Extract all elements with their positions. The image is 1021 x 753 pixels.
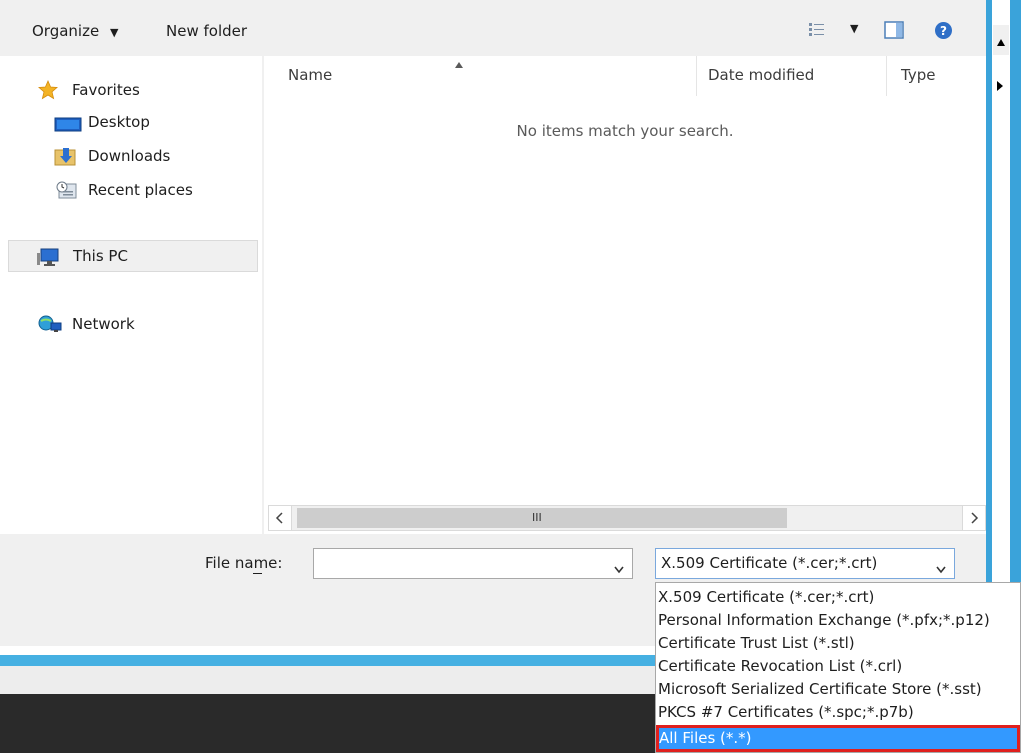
preview-pane-icon[interactable] bbox=[884, 21, 904, 39]
nav-label-desktop: Desktop bbox=[88, 113, 150, 131]
file-name-input[interactable] bbox=[313, 548, 633, 579]
file-type-option[interactable]: PKCS #7 Certificates (*.spc;*.p7b) bbox=[658, 701, 914, 723]
toolbar: Organize ▼ New folder ▼ ? bbox=[0, 0, 986, 57]
file-type-dropdown-list: X.509 Certificate (*.cer;*.crt) Personal… bbox=[655, 582, 1021, 753]
new-folder-button[interactable]: New folder bbox=[166, 20, 247, 42]
column-header-name[interactable]: Name bbox=[288, 66, 332, 84]
nav-label-downloads: Downloads bbox=[88, 147, 171, 165]
taskbar-area bbox=[0, 694, 655, 753]
recent-places-icon bbox=[54, 180, 78, 200]
window-border-right bbox=[1010, 0, 1021, 646]
this-pc-icon bbox=[37, 247, 61, 267]
scroll-left-button[interactable] bbox=[269, 506, 292, 530]
scroll-up-button[interactable] bbox=[993, 25, 1009, 55]
horizontal-scrollbar[interactable]: III bbox=[268, 505, 986, 531]
file-type-selected-value: X.509 Certificate (*.cer;*.crt) bbox=[661, 554, 878, 572]
scroll-thumb-grip: III bbox=[532, 511, 542, 524]
window-bottom-border bbox=[0, 655, 655, 666]
downloads-icon bbox=[54, 146, 78, 166]
nav-item-favorites[interactable]: Favorites bbox=[38, 77, 140, 103]
chevron-down-icon[interactable] bbox=[936, 560, 946, 574]
help-icon[interactable]: ? bbox=[934, 21, 953, 40]
file-name-label-text: File name: bbox=[205, 554, 283, 572]
column-header-date-modified[interactable]: Date modified bbox=[708, 66, 814, 84]
file-type-option-label: All Files (*.*) bbox=[659, 729, 752, 747]
view-options-icon[interactable] bbox=[808, 22, 826, 38]
expand-arrow-icon[interactable] bbox=[996, 78, 1004, 91]
file-type-option[interactable]: X.509 Certificate (*.cer;*.crt) bbox=[658, 586, 874, 608]
network-icon bbox=[38, 314, 62, 334]
column-divider[interactable] bbox=[886, 56, 887, 96]
organize-button[interactable]: Organize ▼ bbox=[32, 20, 118, 42]
nav-label-recent-places: Recent places bbox=[88, 181, 193, 199]
desktop-icon bbox=[54, 114, 82, 132]
nav-item-recent-places[interactable]: Recent places bbox=[54, 177, 193, 203]
nav-item-network[interactable]: Network bbox=[38, 311, 135, 337]
nav-item-downloads[interactable]: Downloads bbox=[54, 143, 170, 169]
nav-label-favorites: Favorites bbox=[72, 81, 140, 99]
new-folder-label: New folder bbox=[166, 22, 248, 40]
column-divider[interactable] bbox=[696, 56, 697, 96]
star-icon bbox=[38, 79, 58, 100]
nav-item-desktop[interactable]: Desktop bbox=[54, 109, 150, 135]
file-type-select[interactable]: X.509 Certificate (*.cer;*.crt) bbox=[655, 548, 955, 579]
sort-ascending-icon bbox=[454, 55, 464, 68]
scroll-right-button[interactable] bbox=[962, 506, 985, 530]
file-type-option[interactable]: Personal Information Exchange (*.pfx;*.p… bbox=[658, 609, 990, 631]
chevron-down-icon[interactable] bbox=[614, 560, 624, 574]
column-header-row: Name Date modified Type bbox=[264, 56, 986, 96]
file-type-option[interactable]: Certificate Trust List (*.stl) bbox=[658, 632, 855, 654]
file-type-option-highlighted[interactable]: All Files (*.*) bbox=[656, 725, 1020, 752]
chevron-down-icon: ▼ bbox=[109, 26, 119, 39]
file-type-option[interactable]: Microsoft Serialized Certificate Store (… bbox=[658, 678, 982, 700]
nav-label-this-pc: This PC bbox=[73, 247, 128, 265]
view-chevron-down-icon[interactable]: ▼ bbox=[850, 22, 858, 35]
file-name-label: File name: bbox=[205, 554, 282, 572]
organize-label: Organize bbox=[32, 22, 100, 40]
empty-list-message: No items match your search. bbox=[516, 122, 734, 140]
scroll-thumb[interactable]: III bbox=[297, 508, 787, 528]
window-border-left bbox=[986, 0, 992, 646]
file-type-option[interactable]: Certificate Revocation List (*.crl) bbox=[658, 655, 902, 677]
nav-label-network: Network bbox=[72, 315, 135, 333]
window-gap bbox=[0, 666, 655, 694]
svg-text:?: ? bbox=[940, 24, 947, 38]
navigation-pane: Favorites Desktop Downloads Recent place… bbox=[0, 56, 262, 534]
access-key-underline bbox=[253, 573, 262, 574]
column-header-type[interactable]: Type bbox=[901, 66, 935, 84]
nav-item-this-pc-selected[interactable]: This PC bbox=[8, 240, 258, 272]
